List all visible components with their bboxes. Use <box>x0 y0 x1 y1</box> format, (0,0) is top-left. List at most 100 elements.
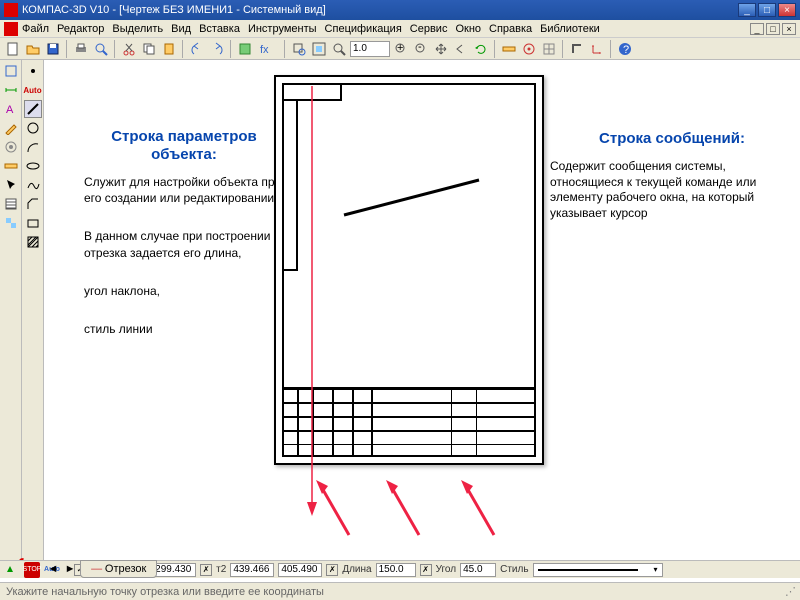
close-button[interactable]: × <box>778 3 796 17</box>
t2-label: т2 <box>216 564 226 575</box>
tab-segment[interactable]: — Отрезок <box>80 560 157 578</box>
annot-left-p1: Служит для настройки объекта при его соз… <box>84 174 284 206</box>
measure-icon[interactable] <box>500 40 518 58</box>
zoom-scale-icon[interactable] <box>330 40 348 58</box>
annotation-arrow-3 <box>459 480 499 540</box>
geometry-toolbar: Auto <box>22 60 44 560</box>
ortho-icon[interactable] <box>568 40 586 58</box>
angle-label: Угол <box>436 564 457 575</box>
cut-icon[interactable] <box>120 40 138 58</box>
create-object-icon[interactable] <box>4 562 20 578</box>
spec-group-icon[interactable] <box>2 195 20 213</box>
scale-input[interactable] <box>350 41 390 57</box>
menu-help[interactable]: Справка <box>489 23 532 35</box>
mdi-close-button[interactable]: × <box>782 23 796 35</box>
window-title: КОМПАС-3D V10 - [Чертеж БЕЗ ИМЕНИ1 - Сис… <box>22 4 326 16</box>
new-icon[interactable] <box>4 40 22 58</box>
snap-icon[interactable] <box>520 40 538 58</box>
line-style-preview <box>538 569 638 571</box>
preview-icon[interactable] <box>92 40 110 58</box>
paste-icon[interactable] <box>160 40 178 58</box>
chamfer-tool-icon[interactable] <box>24 195 42 213</box>
style-combo[interactable]: ▾ <box>533 563 663 577</box>
maximize-button[interactable]: □ <box>758 3 776 17</box>
help-icon[interactable]: ? <box>616 40 634 58</box>
arc-tool-icon[interactable] <box>24 138 42 156</box>
window-titlebar: КОМПАС-3D V10 - [Чертеж БЕЗ ИМЕНИ1 - Сис… <box>0 0 800 20</box>
point-tool-icon[interactable] <box>24 62 42 80</box>
length-input[interactable] <box>376 563 416 577</box>
tab-prev-icon[interactable]: ◄ <box>46 563 60 575</box>
redraw-icon[interactable] <box>472 40 490 58</box>
drawing-sheet <box>274 75 544 465</box>
zoom-out-icon[interactable]: - <box>412 40 430 58</box>
stop-icon[interactable]: STOP <box>24 562 40 578</box>
app-icon <box>4 3 18 17</box>
menu-view[interactable]: Вид <box>171 23 191 35</box>
circle-tool-icon[interactable] <box>24 119 42 137</box>
menu-service[interactable]: Сервис <box>410 23 448 35</box>
symbols-group-icon[interactable]: A <box>2 100 20 118</box>
menu-insert[interactable]: Вставка <box>199 23 240 35</box>
annot-left-p2: В данном случае при построении отрезка з… <box>84 228 284 260</box>
t2-lock-icon[interactable]: ✗ <box>200 564 212 576</box>
mdi-min-button[interactable]: _ <box>750 23 764 35</box>
segment-tool-icon[interactable] <box>24 100 42 118</box>
save-icon[interactable] <box>44 40 62 58</box>
copy-icon[interactable] <box>140 40 158 58</box>
minimize-button[interactable]: _ <box>738 3 756 17</box>
params-group-icon[interactable] <box>2 138 20 156</box>
doc-icon <box>4 22 18 36</box>
tab-next-icon[interactable]: ► <box>63 563 77 575</box>
resize-grip-icon[interactable]: ⋰ <box>785 585 794 598</box>
zoom-window-icon[interactable] <box>290 40 308 58</box>
local-cs-icon[interactable] <box>588 40 606 58</box>
select-group-icon[interactable] <box>2 176 20 194</box>
ellipse-tool-icon[interactable] <box>24 157 42 175</box>
auto-line-tool-icon[interactable]: Auto <box>24 81 42 99</box>
zoom-fit-icon[interactable] <box>310 40 328 58</box>
pan-icon[interactable] <box>432 40 450 58</box>
t2-x-input[interactable] <box>230 563 274 577</box>
menu-select[interactable]: Выделить <box>112 23 163 35</box>
measure-group-icon[interactable] <box>2 157 20 175</box>
hatch-tool-icon[interactable] <box>24 233 42 251</box>
open-icon[interactable] <box>24 40 42 58</box>
angle-lock-icon[interactable]: ✗ <box>420 564 432 576</box>
svg-text:-: - <box>418 42 422 53</box>
angle-input[interactable] <box>460 563 496 577</box>
zoom-in-icon[interactable]: + <box>392 40 410 58</box>
views-group-icon[interactable] <box>2 214 20 232</box>
length-lock-icon[interactable]: ✗ <box>326 564 338 576</box>
compact-panel: A <box>0 60 22 560</box>
work-area: A Auto Строка параметров объекта: Служит… <box>0 60 800 560</box>
edit-group-icon[interactable] <box>2 119 20 137</box>
svg-text:?: ? <box>623 44 629 56</box>
annot-left-p4: стиль линии <box>84 321 284 337</box>
manager-icon[interactable] <box>236 40 254 58</box>
menu-file[interactable]: Файл <box>22 23 49 35</box>
annot-left-title: Строка параметров объекта: <box>84 128 284 164</box>
menu-tools[interactable]: Инструменты <box>248 23 317 35</box>
rect-tool-icon[interactable] <box>24 214 42 232</box>
menu-spec[interactable]: Спецификация <box>325 23 402 35</box>
dimensions-group-icon[interactable] <box>2 81 20 99</box>
annot-right-title: Строка сообщений: <box>550 130 794 147</box>
geometry-group-icon[interactable] <box>2 62 20 80</box>
grid-icon[interactable] <box>540 40 558 58</box>
variables-icon[interactable]: fx <box>256 40 274 58</box>
undo-icon[interactable] <box>188 40 206 58</box>
t2-y-input[interactable] <box>278 563 322 577</box>
spline-tool-icon[interactable] <box>24 176 42 194</box>
drawing-canvas[interactable]: Строка параметров объекта: Служит для на… <box>44 60 800 560</box>
t1-y-input[interactable] <box>152 563 196 577</box>
standard-toolbar: fx + - ? <box>0 38 800 60</box>
menu-window[interactable]: Окно <box>455 23 481 35</box>
print-icon[interactable] <box>72 40 90 58</box>
redo-icon[interactable] <box>208 40 226 58</box>
mdi-max-button[interactable]: □ <box>766 23 780 35</box>
svg-text:fx: fx <box>260 44 269 56</box>
zoom-prev-icon[interactable] <box>452 40 470 58</box>
menu-libs[interactable]: Библиотеки <box>540 23 600 35</box>
menu-editor[interactable]: Редактор <box>57 23 104 35</box>
